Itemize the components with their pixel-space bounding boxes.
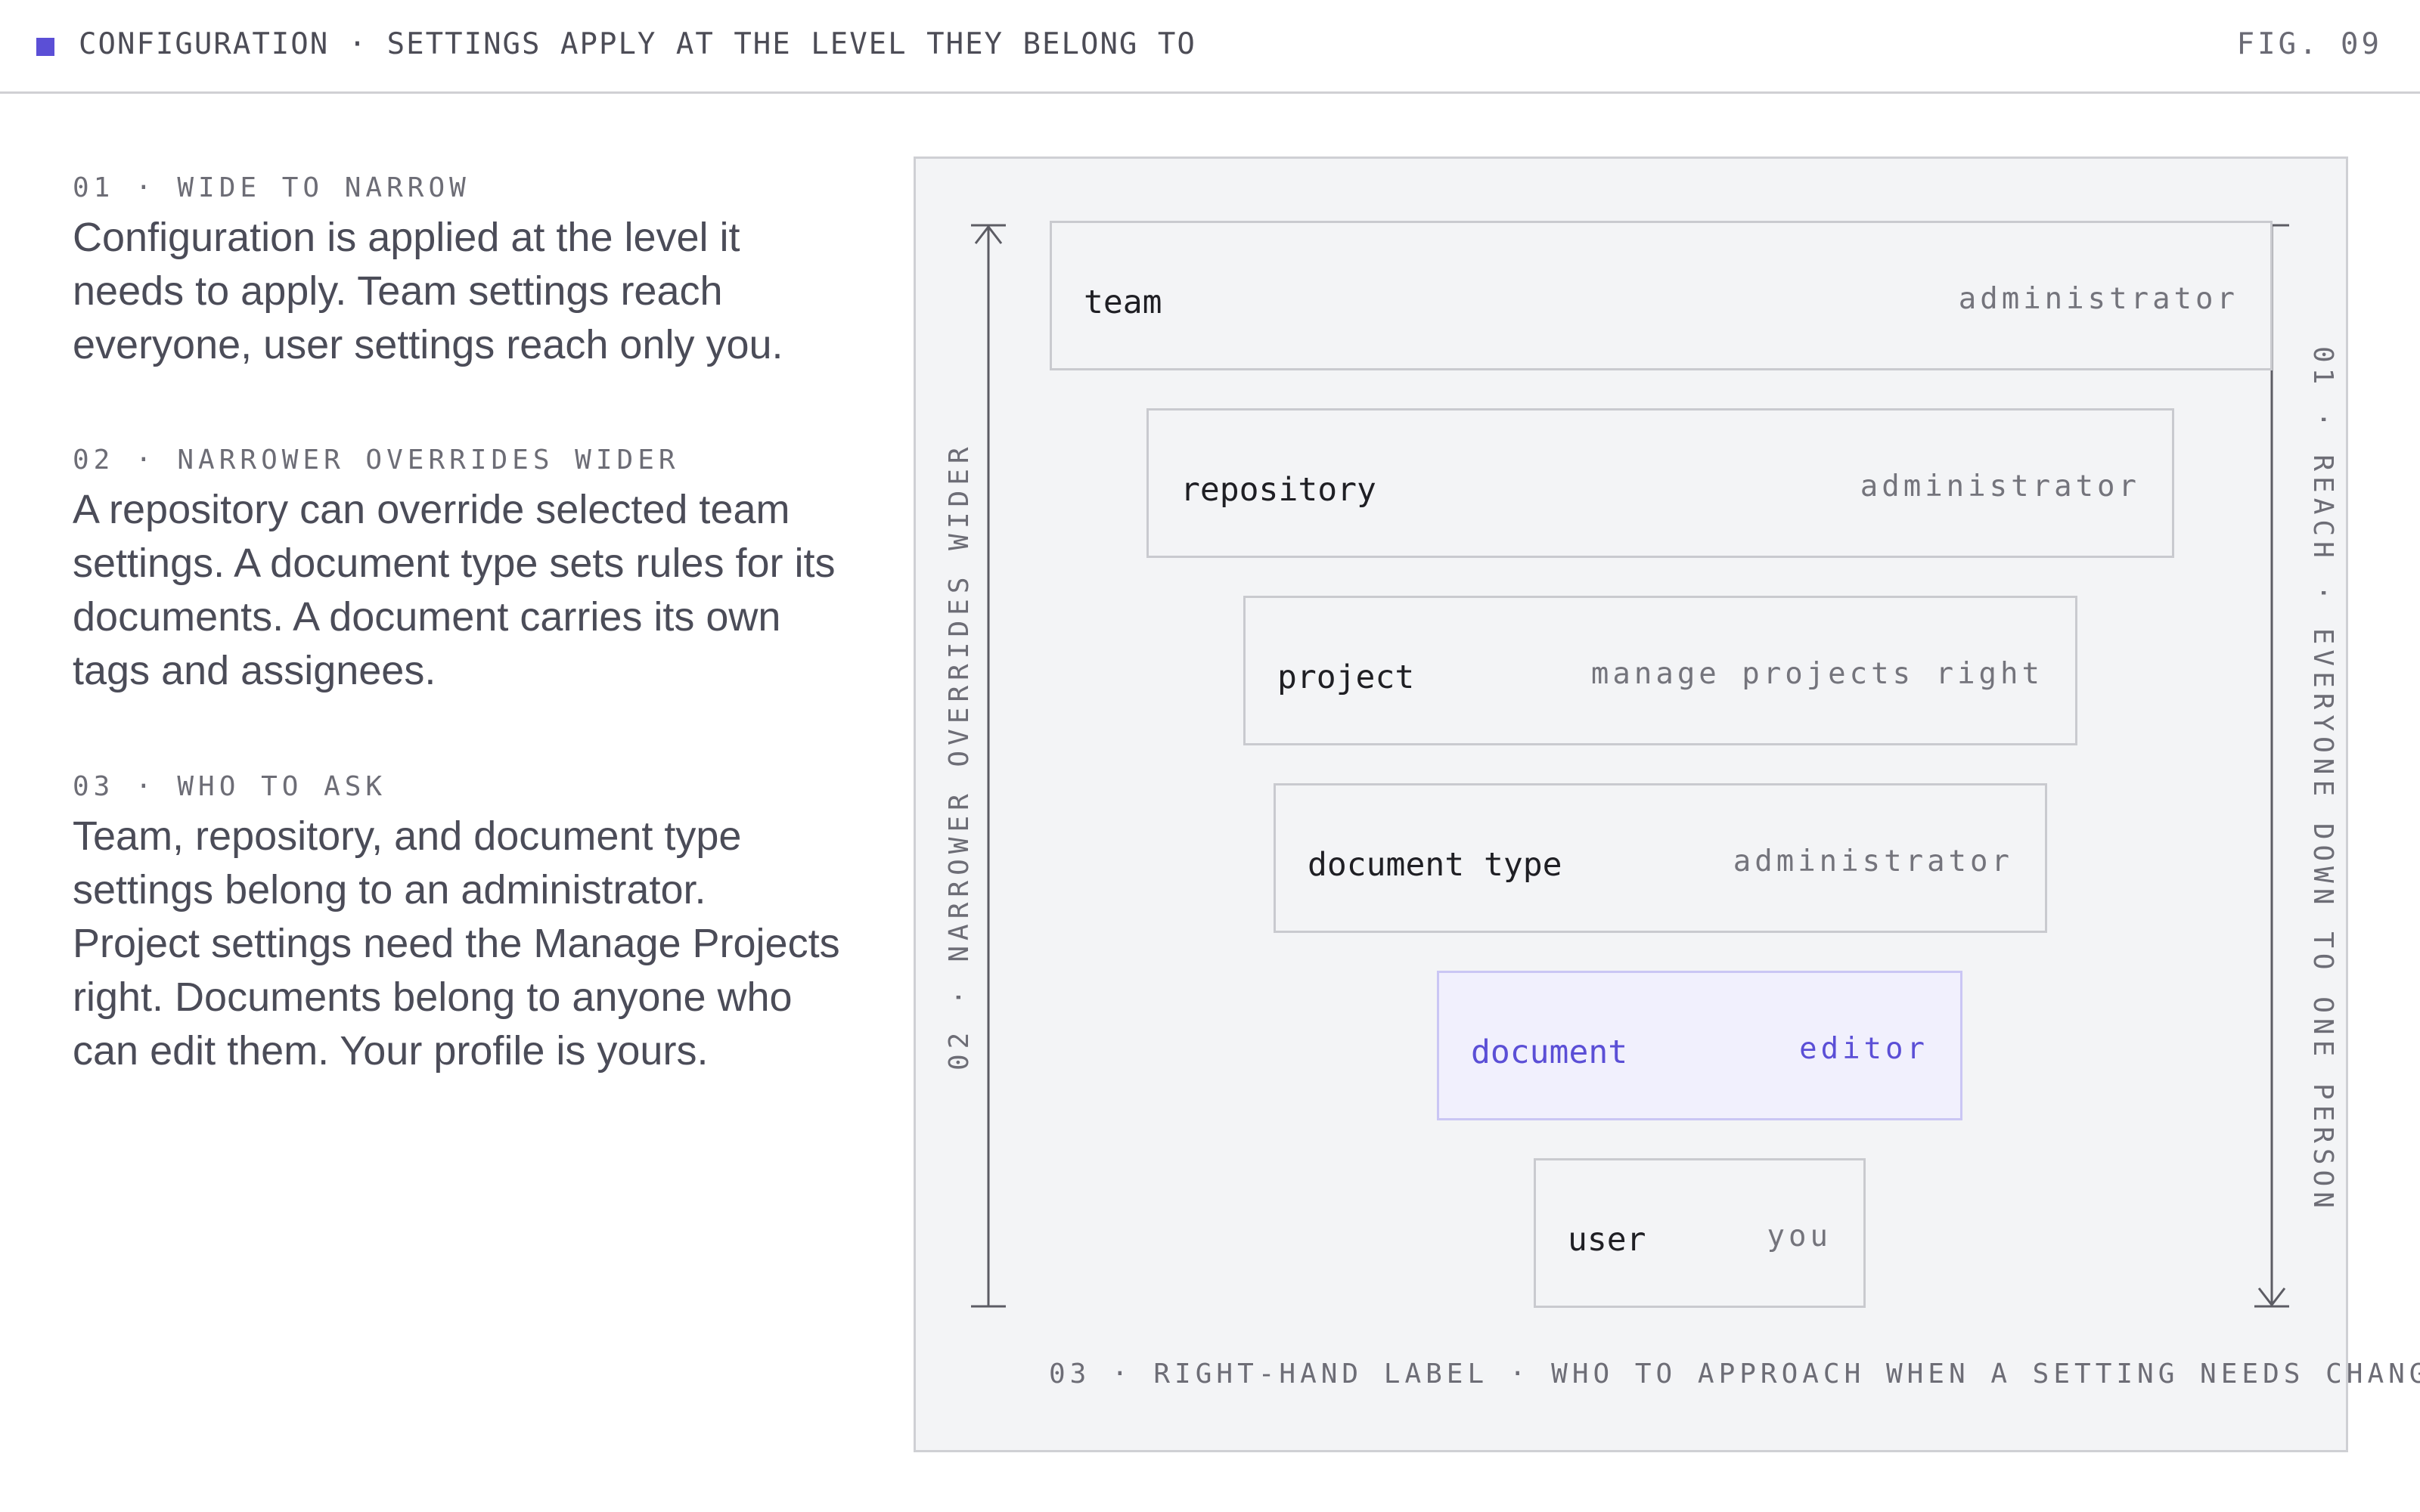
level-owner: administrator: [1860, 469, 2140, 503]
section-body: A repository can override selected team …: [73, 487, 836, 693]
section-kicker: 03 · WHO TO ASK: [73, 771, 387, 802]
level-project: project manage projects right: [1243, 596, 2077, 745]
page-title: CONFIGURATION · SETTINGS APPLY AT THE LE…: [79, 27, 1196, 61]
level-owner: editor: [1799, 1032, 1928, 1066]
accent-square-icon: [36, 38, 54, 56]
level-name: repository: [1181, 471, 1376, 509]
level-repository: repository administrator: [1146, 408, 2174, 558]
section-kicker: 02 · NARROWER OVERRIDES WIDER: [73, 445, 680, 476]
level-team: team administrator: [1050, 221, 2273, 370]
section-kicker: 01 · WIDE TO NARROW: [73, 172, 470, 203]
section-wide-to-narrow: 01 · WIDE TO NARROW Configuration is app…: [73, 172, 844, 372]
level-user: user you: [1534, 1158, 1866, 1308]
footer-label: 03 · RIGHT-HAND LABEL · WHO TO APPROACH …: [1049, 1359, 2420, 1390]
level-name: document: [1471, 1033, 1628, 1071]
section-body: Team, repository, and document type sett…: [73, 813, 840, 1074]
level-owner: you: [1767, 1219, 1832, 1253]
level-name: project: [1277, 658, 1415, 696]
level-name: user: [1568, 1221, 1646, 1259]
level-name: team: [1084, 284, 1162, 321]
figure-number: FIG. 09: [2236, 27, 2382, 61]
level-owner: manage projects right: [1590, 657, 2043, 691]
level-document: document editor: [1437, 971, 1962, 1120]
section-body: Configuration is applied at the level it…: [73, 215, 783, 367]
page-header: CONFIGURATION · SETTINGS APPLY AT THE LE…: [0, 0, 2420, 94]
section-narrower-overrides-wider: 02 · NARROWER OVERRIDES WIDER A reposito…: [73, 445, 844, 698]
level-name: document type: [1308, 846, 1562, 884]
left-axis-label: 02 · NARROWER OVERRIDES WIDER: [944, 442, 975, 1070]
right-axis-label: 01 · REACH · EVERYONE DOWN TO ONE PERSON: [2307, 346, 2338, 1213]
level-owner: administrator: [1733, 844, 2013, 878]
level-owner: administrator: [1958, 282, 2238, 316]
section-who-to-ask: 03 · WHO TO ASK Team, repository, and do…: [73, 771, 844, 1078]
level-document-type: document type administrator: [1274, 783, 2047, 933]
